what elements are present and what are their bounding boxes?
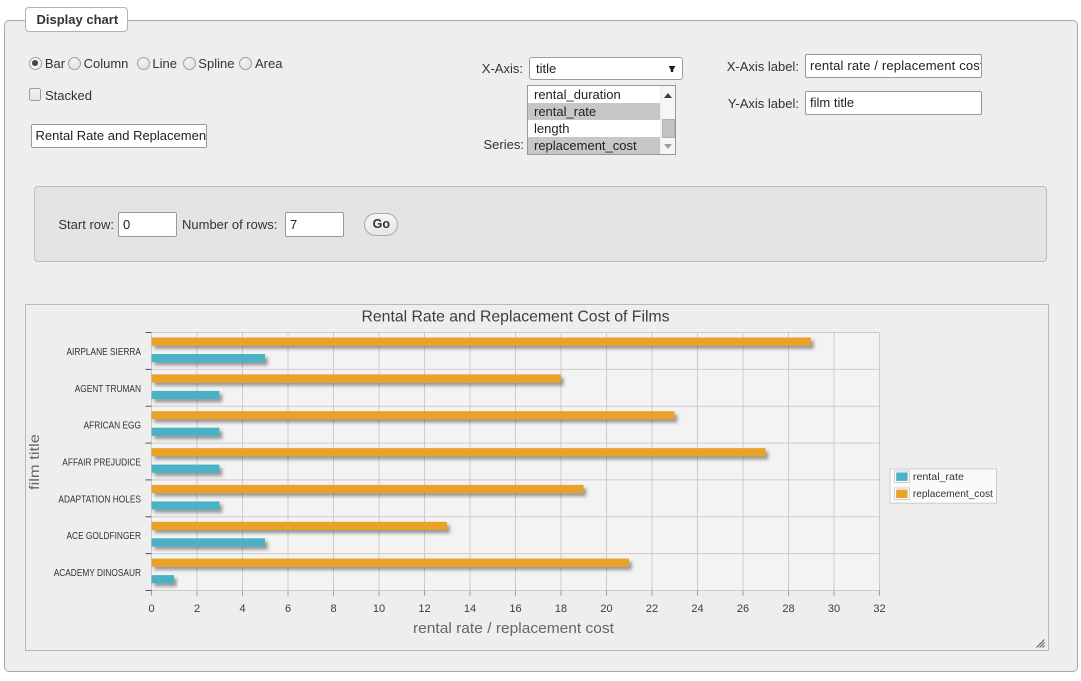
svg-text:AGENT TRUMAN: AGENT TRUMAN <box>74 384 140 395</box>
svg-text:ACADEMY DINOSAUR: ACADEMY DINOSAUR <box>53 568 140 579</box>
svg-text:8: 8 <box>330 603 336 615</box>
svg-text:12: 12 <box>418 603 430 615</box>
svg-text:4: 4 <box>239 603 245 615</box>
svg-text:6: 6 <box>284 603 290 615</box>
svg-text:rental rate / replacement cost: rental rate / replacement cost <box>413 620 615 637</box>
svg-text:22: 22 <box>645 603 657 615</box>
svg-text:film title: film title <box>26 434 42 490</box>
svg-text:AIRPLANE SIERRA: AIRPLANE SIERRA <box>66 347 141 358</box>
svg-text:24: 24 <box>691 603 703 615</box>
svg-text:28: 28 <box>782 603 794 615</box>
svg-text:AFFAIR PREJUDICE: AFFAIR PREJUDICE <box>62 458 141 469</box>
svg-text:ADAPTATION HOLES: ADAPTATION HOLES <box>58 494 141 505</box>
svg-text:18: 18 <box>554 603 566 615</box>
svg-text:14: 14 <box>463 603 475 615</box>
svg-text:20: 20 <box>600 603 612 615</box>
svg-text:Rental Rate and Replacement Co: Rental Rate and Replacement Cost of Film… <box>361 309 669 326</box>
svg-text:ACE GOLDFINGER: ACE GOLDFINGER <box>66 531 141 542</box>
svg-text:30: 30 <box>827 603 839 615</box>
svg-text:2: 2 <box>193 603 199 615</box>
svg-text:16: 16 <box>509 603 521 615</box>
svg-text:10: 10 <box>372 603 384 615</box>
svg-text:AFRICAN EGG: AFRICAN EGG <box>83 421 141 432</box>
svg-text:rental_rate: rental_rate <box>912 471 963 483</box>
svg-text:replacement_cost: replacement_cost <box>912 488 992 500</box>
svg-text:26: 26 <box>736 603 748 615</box>
svg-text:32: 32 <box>873 603 885 615</box>
svg-text:0: 0 <box>148 603 154 615</box>
